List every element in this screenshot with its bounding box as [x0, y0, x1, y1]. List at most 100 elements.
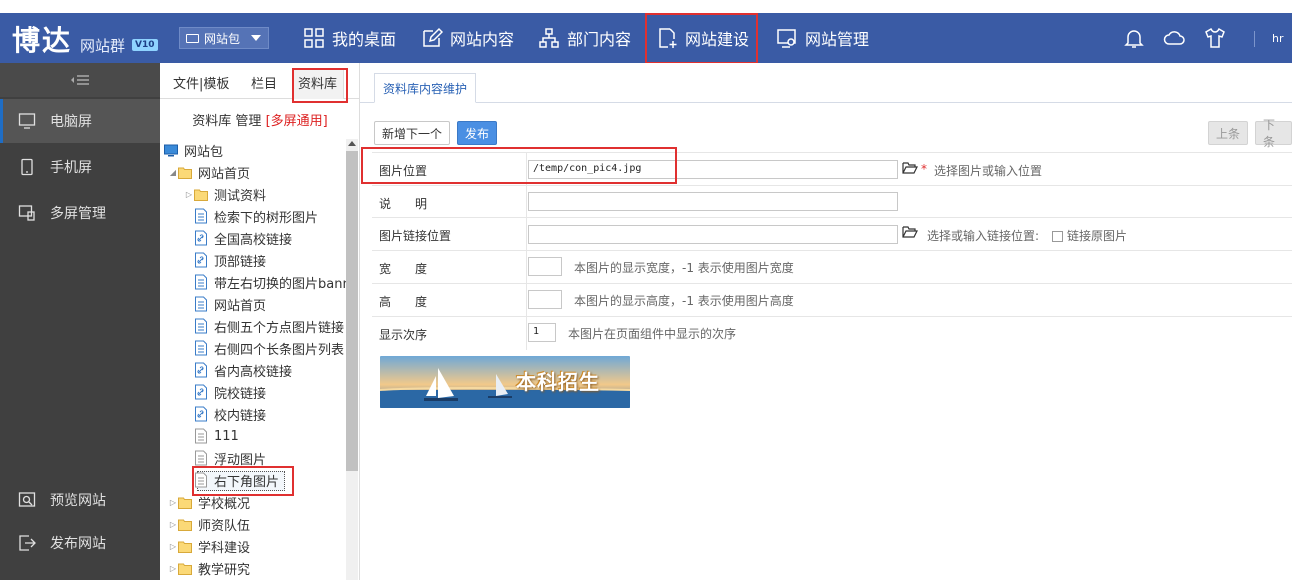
bell-icon[interactable] — [1122, 26, 1146, 50]
expand-arrow-icon[interactable]: ▷ — [168, 520, 178, 529]
user-menu[interactable]: hr — [1272, 32, 1284, 45]
sidebar-item-mobile[interactable]: 手机屏 — [0, 145, 160, 189]
sidebar-item-desktop[interactable]: 电脑屏 — [0, 99, 160, 143]
height-input[interactable] — [528, 290, 562, 309]
expand-arrow-icon[interactable]: ▷ — [168, 498, 178, 507]
tree-item[interactable]: 右侧四个长条图片列表 — [184, 337, 344, 359]
monitor-icon — [186, 33, 199, 43]
collapse-arrow-icon[interactable]: ◢ — [168, 168, 178, 177]
tab-library-content-maintenance[interactable]: 资料库内容维护 — [374, 73, 477, 103]
folder-icon — [194, 189, 208, 201]
folder-icon — [178, 563, 192, 575]
folder-open-icon[interactable] — [902, 225, 918, 239]
tree-item[interactable]: 省内高校链接 — [184, 359, 292, 381]
link-label: 图片链接位置 — [379, 229, 452, 243]
desktop-icon — [18, 113, 36, 129]
tree-item[interactable]: 带左右切换的图片banner — [184, 271, 346, 293]
nav-site-management[interactable]: 网站管理 — [776, 13, 869, 63]
tree-item[interactable]: 检索下的树形图片 — [184, 205, 318, 227]
link-hint: 选择或输入链接位置: — [927, 229, 1040, 243]
main-content: 资料库内容维护 新增下一个 发布 上条 下条 图片位置 /temp/con_pi… — [360, 63, 1292, 580]
tree-item-label: 网站包 — [184, 144, 224, 160]
tree-item[interactable]: 院校链接 — [184, 381, 266, 403]
multiscreen-icon — [18, 205, 35, 221]
tree-item[interactable]: 网站包 — [164, 139, 223, 161]
order-label: 显示次序 — [379, 328, 428, 342]
tree-folder[interactable]: ▷ 学科建设 — [168, 535, 250, 557]
folder-open-icon[interactable] — [902, 161, 918, 175]
tab-files-templates[interactable]: 文件|模板 — [173, 73, 229, 92]
shirt-icon[interactable] — [1203, 26, 1227, 50]
form-row-width: 宽 度 本图片的显示宽度，-1 表示使用图片宽度 — [372, 251, 1292, 284]
tree-item[interactable]: 右侧五个方点图片链接 — [184, 315, 344, 337]
library-tree: 网站包 ◢ 网站首页 ▷ 测试资料 检索下的树形图片 全国高校链接 顶部链接 带左右切换的图片b… — [160, 139, 346, 580]
sidebar-item-publish[interactable]: 发布网站 — [0, 521, 160, 565]
expand-arrow-icon[interactable]: ▷ — [184, 190, 194, 199]
tree-folder[interactable]: ◢ 网站首页 — [168, 161, 250, 183]
tree-item[interactable]: 右下角图片 — [184, 469, 279, 491]
tree-item-label: 学科建设 — [198, 540, 251, 556]
tree-item-label: 顶部链接 — [214, 254, 267, 270]
tree-item-label: 测试资料 — [214, 188, 267, 204]
package-select[interactable]: 网站包 — [179, 27, 269, 49]
tree-item-label: 网站首页 — [214, 298, 267, 314]
grid-icon — [304, 28, 324, 48]
sidebar-item-preview[interactable]: 预览网站 — [0, 478, 160, 522]
tree-item-label: 院校链接 — [214, 386, 267, 402]
scroll-up-arrow-icon[interactable] — [348, 141, 356, 146]
expand-arrow-icon[interactable]: ▷ — [168, 564, 178, 573]
sidebar-item-label: 发布网站 — [50, 536, 106, 552]
tree-item[interactable]: 全国高校链接 — [184, 227, 292, 249]
org-chart-icon — [539, 28, 559, 48]
tree-item[interactable]: 校内链接 — [184, 403, 266, 425]
tree-scrollbar-thumb[interactable] — [346, 151, 358, 471]
document-icon — [195, 274, 207, 290]
sidebar-item-multiscreen[interactable]: 多屏管理 — [0, 191, 160, 235]
tab-columns[interactable]: 栏目 — [251, 73, 277, 92]
tree-item-label: 全国高校链接 — [214, 232, 293, 248]
cloud-icon[interactable] — [1162, 26, 1186, 50]
tree-item-label: 校内链接 — [214, 408, 267, 424]
logo-subtitle: 网站群 — [80, 37, 126, 55]
expand-arrow-icon[interactable]: ▷ — [168, 542, 178, 551]
text-document-icon — [195, 472, 207, 488]
tree-item[interactable]: 顶部链接 — [184, 249, 266, 271]
description-label: 说 明 — [379, 197, 428, 211]
preview-icon — [18, 492, 36, 507]
nav-my-desktop[interactable]: 我的桌面 — [303, 13, 396, 63]
sidebar-collapse-button[interactable] — [0, 63, 160, 97]
document-icon — [195, 318, 207, 334]
order-hint: 本图片在页面组件中显示的次序 — [568, 327, 737, 341]
tree-folder[interactable]: ▷ 教学研究 — [168, 557, 250, 579]
description-input[interactable] — [528, 192, 898, 211]
tab-underline — [360, 102, 1292, 103]
image-position-highlight-box — [361, 147, 677, 184]
nav-highlight-box — [645, 13, 758, 64]
banner-text: 本科招生 — [516, 370, 600, 394]
library-tree-panel: 文件|模板 栏目 资料库 资料库 管理 [多屏通用] 网站包 ◢ 网站首页 ▷ 测试资料… — [160, 63, 360, 580]
tree-item[interactable]: 网站首页 — [184, 293, 266, 315]
tree-item-label: 教学研究 — [198, 562, 251, 578]
width-input[interactable] — [528, 257, 562, 276]
image-position-hint: 选择图片或输入位置 — [934, 164, 1043, 178]
tree-folder[interactable]: ▷ 测试资料 — [184, 183, 266, 205]
height-label: 高 度 — [379, 295, 428, 309]
link-original-option[interactable]: 链接原图片 — [1052, 227, 1127, 244]
tree-item[interactable]: 111 — [184, 425, 239, 447]
nav-site-content[interactable]: 网站内容 — [421, 13, 514, 63]
monitor-icon — [164, 144, 178, 157]
tab-highlight-box — [292, 68, 348, 103]
prev-record-button[interactable]: 上条 — [1208, 121, 1249, 145]
nav-dept-content[interactable]: 部门内容 — [538, 13, 631, 63]
link-original-checkbox[interactable] — [1052, 231, 1063, 242]
chevron-down-icon — [251, 35, 262, 41]
text-document-icon — [195, 450, 207, 466]
tree-folder[interactable]: ▷ 师资队伍 — [168, 513, 250, 535]
link-input[interactable] — [528, 225, 898, 244]
next-record-button[interactable]: 下条 — [1255, 118, 1292, 149]
order-input[interactable]: 1 — [528, 323, 556, 342]
link-document-icon — [195, 230, 207, 246]
publish-button[interactable]: 发布 — [457, 121, 498, 145]
nav-label: 部门内容 — [567, 30, 632, 49]
add-next-button[interactable]: 新增下一个 — [374, 121, 451, 145]
